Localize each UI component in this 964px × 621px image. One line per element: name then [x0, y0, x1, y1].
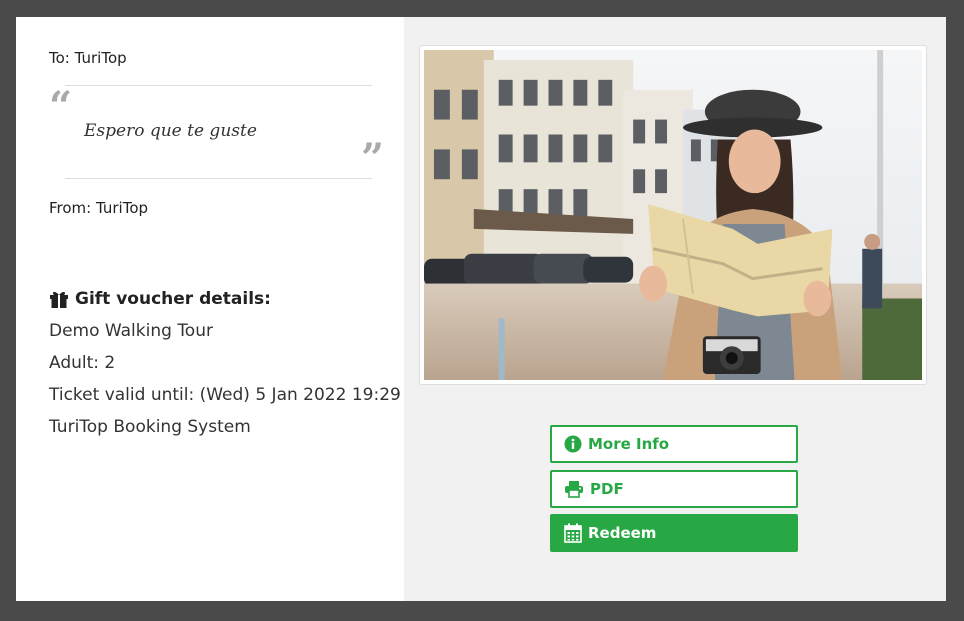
open-quote-icon: “: [49, 83, 73, 130]
redeem-label: Redeem: [588, 524, 657, 542]
sender-line: From: TuriTop: [49, 199, 149, 217]
voucher-text-panel: To: TuriTop “ Espero que te guste ” From…: [16, 17, 404, 601]
calendar-icon: [564, 523, 582, 543]
more-info-button[interactable]: More Info: [550, 425, 798, 463]
redeem-button[interactable]: Redeem: [550, 514, 798, 552]
gift-icon: [50, 291, 68, 308]
tour-photo: [424, 50, 922, 380]
detail-tickets: Adult: 2: [49, 353, 116, 373]
close-quote-icon: ”: [361, 135, 385, 182]
voucher-card: To: TuriTop “ Espero que te guste ” From…: [16, 17, 946, 601]
printer-icon: [565, 481, 583, 498]
voucher-details: Gift voucher details: Demo Walking Tour …: [49, 289, 401, 443]
detail-provider: TuriTop Booking System: [49, 417, 251, 437]
tour-photo-frame: [419, 45, 927, 385]
pdf-button[interactable]: PDF: [550, 470, 798, 508]
detail-valid-until: Ticket valid until: (Wed) 5 Jan 2022 19:…: [49, 385, 401, 405]
gift-message: Espero que te guste: [84, 121, 257, 141]
pdf-label: PDF: [590, 480, 624, 498]
detail-tour-name: Demo Walking Tour: [49, 321, 213, 341]
details-title: Gift voucher details:: [75, 289, 271, 309]
quote-bottom-divider: [65, 178, 372, 179]
more-info-label: More Info: [588, 435, 670, 453]
recipient-line: To: TuriTop: [49, 49, 127, 67]
details-heading: Gift voucher details:: [49, 289, 401, 309]
info-circle-icon: [564, 435, 582, 453]
voucher-media-panel: More Info PDF Redeem: [404, 17, 946, 601]
quote-top-divider: [65, 85, 372, 86]
